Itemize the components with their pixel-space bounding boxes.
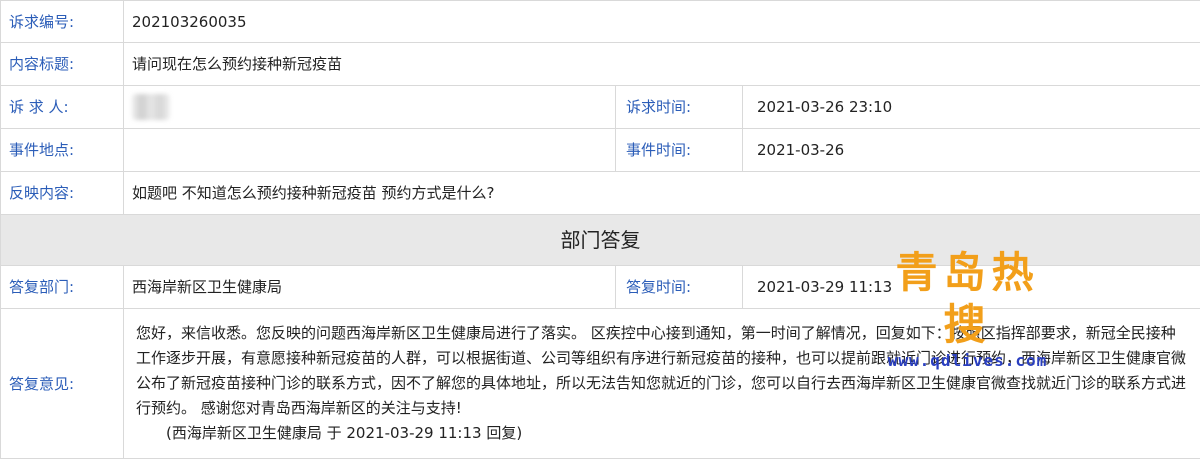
title-label: 内容标题: (0, 42, 124, 86)
blurred-requester-name (132, 94, 170, 120)
title-value: 请问现在怎么预约接种新冠疫苗 (123, 42, 1200, 86)
reply-signature: (西海岸新区卫生健康局 于 2021-03-29 11:13 回复) (166, 424, 523, 442)
reply-opinion-text: 您好，来信收悉。您反映的问题西海岸新区卫生健康局进行了落实。 区疾控中心接到通知… (136, 324, 1187, 417)
complaint-time-value: 2021-03-26 23:10 (742, 85, 1200, 129)
requester-value (123, 85, 616, 129)
row-reply-dept: 答复部门: 西海岸新区卫生健康局 答复时间: 2021-03-29 11:13 (0, 265, 1200, 309)
row-section-header: 部门答复 (0, 214, 1200, 266)
row-complaint-no: 诉求编号: 202103260035 (0, 0, 1200, 43)
event-time-label: 事件时间: (615, 128, 743, 172)
complaint-detail-page: 诉求编号: 202103260035 内容标题: 请问现在怎么预约接种新冠疫苗 … (0, 0, 1200, 462)
row-content: 反映内容: 如题吧 不知道怎么预约接种新冠疫苗 预约方式是什么? (0, 171, 1200, 215)
complaint-no-value: 202103260035 (123, 0, 1200, 43)
location-value (123, 128, 616, 172)
row-title: 内容标题: 请问现在怎么预约接种新冠疫苗 (0, 42, 1200, 86)
row-location: 事件地点: 事件时间: 2021-03-26 (0, 128, 1200, 172)
reply-time-value: 2021-03-29 11:13 (742, 265, 1200, 309)
content-value: 如题吧 不知道怎么预约接种新冠疫苗 预约方式是什么? (123, 171, 1200, 215)
reply-dept-value: 西海岸新区卫生健康局 (123, 265, 616, 309)
row-reply-opinion: 答复意见: 您好，来信收悉。您反映的问题西海岸新区卫生健康局进行了落实。 区疾控… (0, 308, 1200, 459)
section-header-department-reply: 部门答复 (0, 214, 1200, 266)
complaint-time-label: 诉求时间: (615, 85, 743, 129)
reply-opinion-cell: 您好，来信收悉。您反映的问题西海岸新区卫生健康局进行了落实。 区疾控中心接到通知… (123, 308, 1200, 459)
event-time-value: 2021-03-26 (742, 128, 1200, 172)
reply-opinion-label: 答复意见: (0, 308, 124, 459)
requester-label: 诉 求 人: (0, 85, 124, 129)
complaint-detail-table: 诉求编号: 202103260035 内容标题: 请问现在怎么预约接种新冠疫苗 … (0, 0, 1200, 459)
location-label: 事件地点: (0, 128, 124, 172)
row-requester: 诉 求 人: 诉求时间: 2021-03-26 23:10 (0, 85, 1200, 129)
reply-dept-label: 答复部门: (0, 265, 124, 309)
reply-time-label: 答复时间: (615, 265, 743, 309)
content-label: 反映内容: (0, 171, 124, 215)
complaint-no-label: 诉求编号: (0, 0, 124, 43)
